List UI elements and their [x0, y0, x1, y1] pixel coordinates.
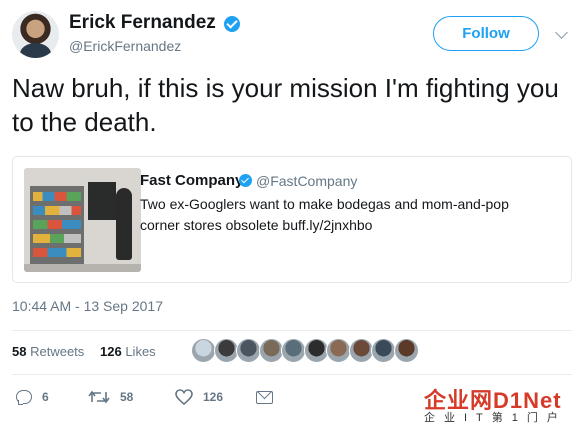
liker-avatar[interactable]	[371, 338, 396, 363]
wall-box	[88, 182, 116, 220]
shelf-row	[33, 248, 81, 257]
likes-label: Likes	[125, 344, 156, 359]
avatar-shirt	[20, 43, 51, 58]
shelf-row	[33, 206, 81, 215]
watermark: 企业网D1Net 企业IT第1门户	[424, 383, 582, 425]
likes-stat[interactable]: 126 Likes	[100, 344, 156, 359]
retweets-label: Retweets	[30, 344, 85, 359]
tweet-stats: 58 Retweets 126 Likes	[12, 330, 572, 374]
liker-avatar[interactable]	[213, 338, 239, 363]
heart-icon	[175, 389, 193, 405]
verified-badge-icon	[239, 174, 252, 187]
liker-avatar[interactable]	[191, 338, 216, 363]
author-avatar[interactable]	[12, 11, 59, 58]
follow-button[interactable]: Follow	[433, 16, 539, 51]
shelf-row	[33, 220, 81, 229]
shelf-row	[33, 234, 81, 243]
liker-avatar[interactable]	[281, 338, 306, 363]
retweet-icon	[88, 390, 110, 404]
like-count: 126	[203, 390, 224, 404]
liker-avatar[interactable]	[236, 338, 261, 363]
reply-icon	[16, 390, 32, 405]
shelf-row	[33, 192, 81, 201]
divider	[12, 374, 572, 375]
retweets-stat[interactable]: 58 Retweets	[12, 344, 84, 359]
watermark-tagline: 企业IT第1门户	[424, 412, 567, 424]
likes-count: 126	[100, 344, 122, 359]
quoted-tweet-text: Two ex-Googlers want to make bodegas and…	[140, 196, 509, 233]
quoted-tweet-card[interactable]: Fast Company @FastCompany Two ex-Googler…	[12, 156, 572, 283]
retweet-button[interactable]: 58	[88, 387, 133, 407]
liker-avatar[interactable]	[326, 338, 351, 363]
retweet-count: 58	[120, 390, 134, 404]
reply-button[interactable]: 6	[16, 387, 49, 407]
author-name[interactable]: Erick Fernandez	[69, 12, 216, 34]
floor	[24, 264, 141, 272]
like-button[interactable]: 126	[175, 387, 223, 407]
quoted-author-handle[interactable]: @FastCompany	[256, 173, 357, 189]
direct-message-button[interactable]	[256, 387, 273, 407]
tweet-header: Erick Fernandez @ErickFernandez Follow	[12, 11, 572, 61]
envelope-icon	[256, 390, 273, 404]
person-figure	[116, 188, 132, 260]
verified-badge-icon	[224, 16, 240, 32]
retweets-count: 58	[12, 344, 27, 359]
liker-avatar[interactable]	[393, 338, 419, 363]
quoted-tweet-image	[24, 168, 141, 272]
liker-avatar[interactable]	[303, 338, 329, 363]
tweet-timestamp[interactable]: 10:44 AM - 13 Sep 2017	[12, 298, 163, 314]
chevron-down-icon[interactable]	[555, 26, 568, 39]
quoted-author-name[interactable]: Fast Company	[140, 172, 243, 189]
author-handle[interactable]: @ErickFernandez	[69, 38, 181, 54]
tweet-text: Naw bruh, if this is your mission I'm fi…	[12, 73, 559, 137]
shelf-unit	[30, 186, 84, 266]
reply-count: 6	[42, 390, 49, 404]
liker-avatar[interactable]	[258, 338, 284, 363]
liker-avatar[interactable]	[348, 338, 374, 363]
